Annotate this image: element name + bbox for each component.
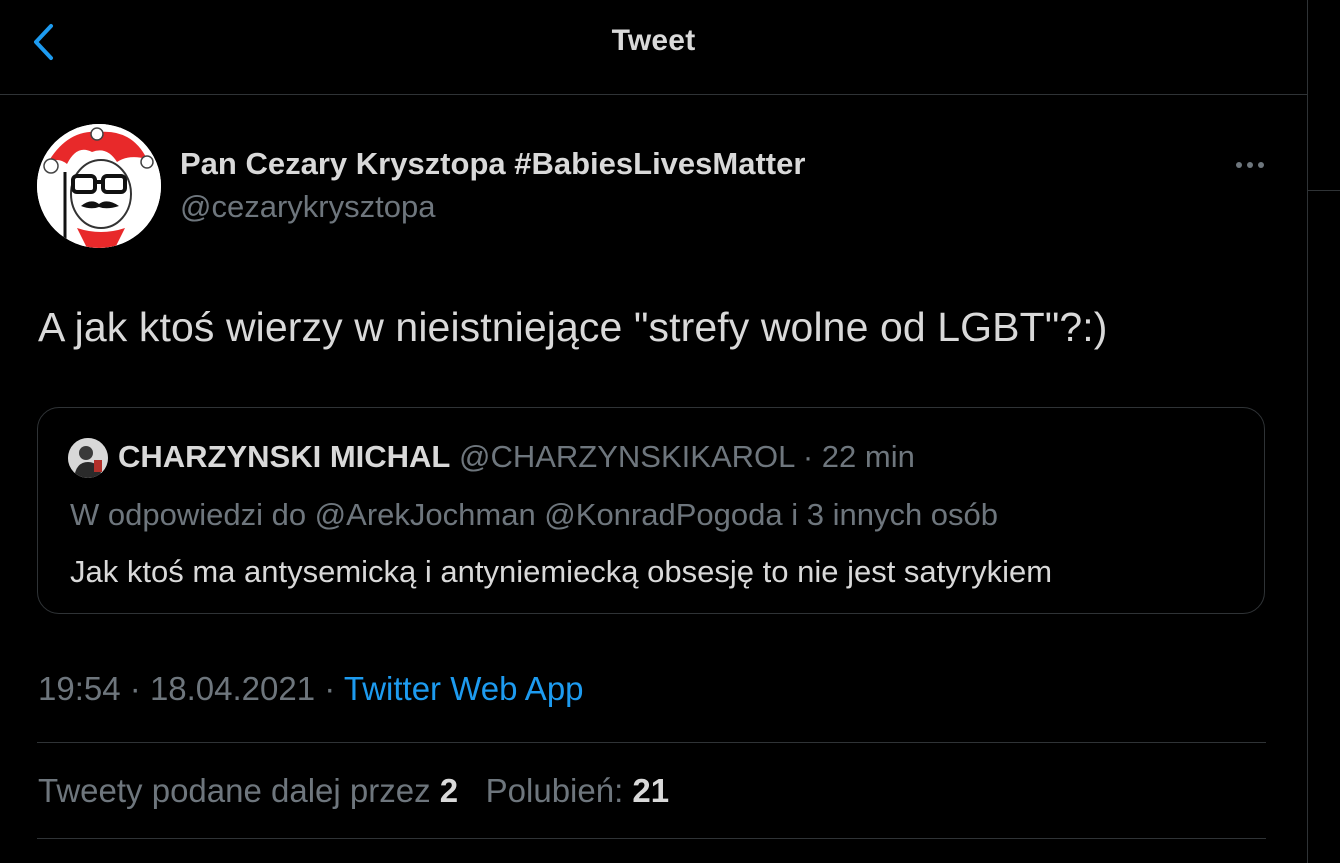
author-avatar[interactable] [37, 124, 161, 248]
retweets-stat[interactable]: Tweety podane dalej przez 2 [38, 772, 467, 809]
sidebar-divider [1308, 190, 1340, 191]
quoted-tweet-card[interactable]: CHARZYNSKI MICHAL @CHARZYNSKIKAROL · 22 … [37, 407, 1265, 614]
tweet-text: A jak ktoś wierzy w nieistniejące "stref… [38, 304, 1108, 350]
page-title: Tweet [611, 24, 696, 57]
quote-reply-to: W odpowiedzi do @ArekJochman @KonradPogo… [70, 497, 999, 532]
tweet-time[interactable]: 19:54 [38, 670, 121, 707]
quote-author-handle: @CHARZYNSKIKAROL [459, 439, 795, 474]
retweets-count: 2 [439, 772, 459, 809]
column-divider [1307, 0, 1308, 863]
divider [37, 838, 1266, 839]
divider [37, 742, 1266, 743]
quote-time: 22 min [821, 439, 915, 474]
author-handle[interactable]: @cezarykrysztopa [180, 189, 435, 225]
tweet-source-link[interactable]: Twitter Web App [344, 670, 584, 707]
tweet-stats: Tweety podane dalej przez 2 Polubień: 21 [38, 772, 669, 810]
more-horizontal-icon [1235, 156, 1265, 174]
retweets-label: Tweety podane dalej przez [38, 772, 431, 809]
tweet-meta: 19:54 · 18.04.2021 · Twitter Web App [38, 670, 584, 708]
tweet-date[interactable]: 18.04.2021 [150, 670, 315, 707]
likes-label: Polubień: [485, 772, 624, 809]
author-name[interactable]: Pan Cezary Krysztopa #BabiesLivesMatter [180, 146, 805, 182]
quote-body: Jak ktoś ma antysemicką i antyniemiecką … [70, 554, 1053, 589]
quote-avatar [68, 438, 108, 478]
more-options-button[interactable] [1228, 148, 1272, 182]
tweet-page: Tweet Pan Cezary Krysztopa #BabiesLivesM… [0, 0, 1340, 863]
quote-separator: · [802, 439, 814, 474]
likes-count: 21 [632, 772, 670, 809]
quote-author-name: CHARZYNSKI MICHAL [118, 439, 451, 474]
meta-separator: · [324, 670, 336, 707]
meta-separator: · [129, 670, 141, 707]
quote-header: CHARZYNSKI MICHAL @CHARZYNSKIKAROL · 22 … [118, 439, 915, 475]
likes-stat[interactable]: Polubień: 21 [486, 772, 670, 809]
header-bar: Tweet [0, 0, 1307, 95]
